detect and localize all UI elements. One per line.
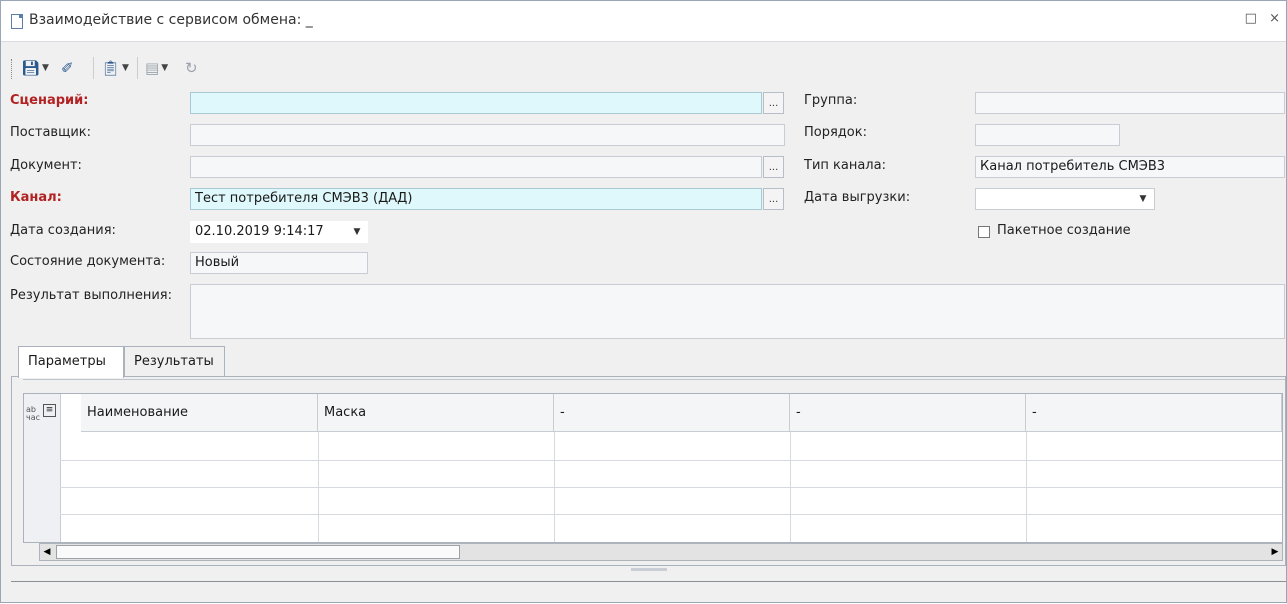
table-row[interactable] — [60, 514, 1282, 515]
toolbar-separator — [93, 57, 94, 79]
chevron-down-icon: ▼ — [122, 63, 129, 73]
grid-divider — [1026, 432, 1027, 542]
grid-divider — [790, 432, 791, 542]
copy-button[interactable]: 📋︎ ▼ — [101, 57, 129, 79]
chevron-down-icon[interactable]: ▼ — [349, 222, 365, 242]
supplier-field[interactable] — [190, 124, 785, 146]
grid-band-bar — [23, 379, 1285, 394]
grid-row-header: ab час ≡ — [24, 394, 61, 542]
table-row[interactable] — [60, 487, 1282, 488]
grid-divider — [318, 432, 319, 542]
table-row[interactable] — [60, 460, 1282, 461]
column-header-5[interactable]: - — [1026, 394, 1282, 432]
eraser-icon: ✐ — [61, 59, 74, 77]
toolbar-separator — [137, 57, 138, 79]
created-date-picker[interactable]: 02.10.2019 9:14:17 — [190, 221, 368, 243]
batch-create-checkbox[interactable] — [978, 226, 990, 238]
column-header-3[interactable]: - — [554, 394, 790, 432]
floppy-disk-icon: 💾︎ — [21, 59, 41, 77]
channel-select-button[interactable]: ... — [763, 188, 784, 210]
column-chooser-icon[interactable]: ≡ — [43, 404, 56, 417]
scroll-right-icon[interactable]: ▶ — [1268, 544, 1282, 560]
document-select-button[interactable]: ... — [763, 156, 784, 178]
text-format-icon[interactable]: ab час — [26, 406, 40, 422]
order-label: Порядок: — [804, 125, 867, 140]
document-icon: ▤ — [145, 59, 160, 77]
title-bar: Взаимодействие с сервисом обмена: _ □ × — [1, 1, 1286, 42]
document-state-label: Состояние документа: — [10, 254, 166, 269]
result-label: Результат выполнения: — [10, 288, 172, 303]
document-button[interactable]: ▤ ▼ — [145, 57, 168, 79]
channel-field[interactable]: Тест потребителя СМЭВ3 (ДАД) — [190, 188, 762, 210]
export-date-label: Дата выгрузки: — [804, 190, 911, 205]
window-title: Взаимодействие с сервисом обмена: _ — [29, 12, 313, 28]
batch-create-label: Пакетное создание — [997, 223, 1131, 238]
scrollbar-thumb[interactable] — [56, 545, 460, 559]
grid-divider — [554, 432, 555, 542]
panel-splitter[interactable] — [631, 561, 667, 571]
tab-results[interactable]: Результаты — [124, 346, 225, 376]
column-header-mask[interactable]: Маска — [318, 394, 554, 432]
tab-parameters[interactable]: Параметры — [18, 346, 124, 378]
group-field[interactable] — [975, 92, 1285, 114]
scenario-field[interactable] — [190, 92, 762, 114]
export-date-picker[interactable] — [975, 188, 1155, 210]
close-icon[interactable]: × — [1269, 11, 1280, 26]
exchange-window: Взаимодействие с сервисом обмена: _ □ × … — [0, 0, 1287, 603]
scenario-select-button[interactable]: ... — [763, 92, 784, 114]
document-field[interactable] — [190, 156, 762, 178]
refresh-icon: ↻ — [185, 59, 198, 77]
horizontal-scrollbar[interactable]: ◀ ▶ — [39, 543, 1283, 561]
clear-button[interactable]: ✐ — [61, 57, 74, 79]
window-controls: □ × — [1237, 11, 1280, 26]
status-bar — [11, 581, 1286, 604]
scenario-label: Сценарий: — [10, 93, 89, 108]
splitter-grip-icon — [631, 568, 667, 571]
document-icon — [11, 14, 23, 29]
chevron-down-icon[interactable]: ▼ — [1135, 189, 1151, 209]
result-field[interactable] — [190, 284, 1285, 339]
document-state-field: Новый — [190, 252, 368, 274]
maximize-icon[interactable]: □ — [1245, 11, 1257, 26]
clipboard-icon: 📋︎ — [101, 59, 121, 77]
chevron-down-icon: ▼ — [161, 63, 169, 73]
save-button[interactable]: 💾︎ ▼ — [21, 57, 49, 79]
channel-label: Канал: — [10, 190, 62, 205]
chevron-down-icon: ▼ — [42, 63, 49, 73]
column-header-name[interactable]: Наименование — [81, 394, 318, 432]
channel-type-field: Канал потребитель СМЭВ3 — [975, 156, 1285, 178]
toolbar-grip-icon[interactable] — [11, 59, 15, 79]
supplier-label: Поставщик: — [10, 125, 92, 140]
document-label: Документ: — [10, 158, 82, 173]
channel-type-label: Тип канала: — [804, 158, 886, 173]
refresh-button[interactable]: ↻ — [185, 57, 198, 79]
parameters-grid: ab час ≡ Наименование Маска - - - — [23, 393, 1283, 543]
scroll-left-icon[interactable]: ◀ — [40, 544, 54, 560]
column-header-4[interactable]: - — [790, 394, 1026, 432]
created-date-label: Дата создания: — [10, 223, 116, 238]
order-field[interactable] — [975, 124, 1120, 146]
group-label: Группа: — [804, 93, 858, 108]
toolbar: 💾︎ ▼ ✐ 📋︎ ▼ ▤ ▼ ↻ — [1, 53, 1286, 83]
created-date-value: 02.10.2019 9:14:17 — [195, 224, 324, 239]
